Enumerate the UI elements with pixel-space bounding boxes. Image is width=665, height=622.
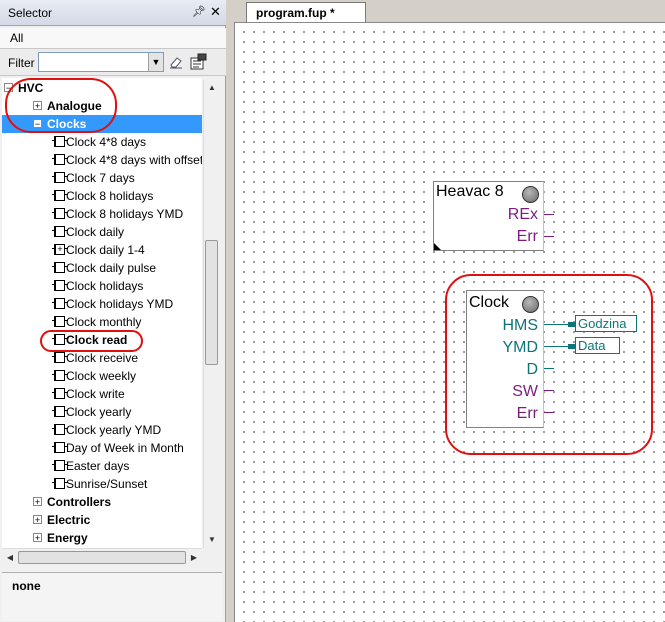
- tree-item-block[interactable]: Clock daily pulse: [2, 259, 202, 277]
- selector-panel: Selector 📌︎ ✕ All Filter ▼ − HVC + Analo…: [0, 0, 226, 622]
- tree-node-label: Electric: [47, 513, 91, 527]
- tree-item-block[interactable]: Clock holidays YMD: [2, 295, 202, 313]
- properties-icon[interactable]: [189, 53, 207, 71]
- close-icon[interactable]: ✕: [210, 4, 221, 20]
- tree-item-block[interactable]: Clock 4*8 days with offset: [2, 151, 202, 169]
- scroll-up-icon[interactable]: ▲: [204, 80, 220, 96]
- tree-item-label: Clock daily pulse: [66, 261, 157, 275]
- resize-corner-icon: [434, 243, 441, 250]
- tree-item-label: Clock 4*8 days with offset: [66, 153, 202, 167]
- info-text: none: [12, 579, 41, 593]
- selector-title: Selector: [8, 6, 53, 20]
- scroll-down-icon[interactable]: ▼: [204, 532, 220, 548]
- highlight-oval-clock-read: [40, 330, 143, 352]
- tree-item-label: Clock monthly: [66, 315, 142, 329]
- tree-item-block[interactable]: Clock yearly YMD: [2, 421, 202, 439]
- tab-all-label: All: [10, 31, 24, 45]
- fupla-canvas[interactable]: Heavac 8 REx Err Clock HMS YMD D SW Err …: [234, 22, 665, 622]
- tree-item-label: Clock write: [66, 387, 125, 401]
- scroll-thumb[interactable]: [18, 551, 186, 564]
- tree-item-block[interactable]: Day of Week in Month: [2, 439, 202, 457]
- tree-node-controllers[interactable]: + Controllers: [2, 493, 202, 511]
- wire-rex: [544, 214, 554, 215]
- tree-item-block[interactable]: Clock weekly: [2, 367, 202, 385]
- expand-icon[interactable]: +: [33, 533, 42, 543]
- tree-item-label: Clock 4*8 days: [66, 135, 147, 149]
- tree-item-label: Clock 8 holidays YMD: [66, 207, 184, 221]
- editor-area: program.fup * Heavac 8 REx Err Clock HMS…: [228, 0, 665, 622]
- tree-item-label: Clock yearly: [66, 405, 132, 419]
- tree-item-block[interactable]: Clock 4*8 days: [2, 133, 202, 151]
- tree-item-label: Clock yearly YMD: [66, 423, 162, 437]
- tree-item-block[interactable]: Clock daily: [2, 223, 202, 241]
- tab-all[interactable]: All: [0, 28, 226, 49]
- eraser-icon[interactable]: [168, 54, 184, 70]
- tree-node-label: Energy: [47, 531, 88, 545]
- tree-item-block[interactable]: Clock 7 days: [2, 169, 202, 187]
- tree-node-electric[interactable]: + Electric: [2, 511, 202, 529]
- tree-item-block[interactable]: Sunrise/Sunset: [2, 475, 202, 493]
- wire-err: [544, 236, 554, 237]
- tree-item-block[interactable]: Clock write: [2, 385, 202, 403]
- tree-item-label: Sunrise/Sunset: [66, 477, 148, 491]
- tab-label: program.fup *: [256, 6, 335, 20]
- tree-item-label: Clock daily 1-4: [66, 243, 145, 257]
- tree-vertical-scrollbar[interactable]: ▲ ▼: [203, 80, 220, 548]
- filter-label: Filter: [8, 56, 35, 70]
- filter-row: Filter ▼: [0, 49, 226, 76]
- tree-item-block[interactable]: Clock yearly: [2, 403, 202, 421]
- tree-node-label: Controllers: [47, 495, 112, 509]
- pin-icon[interactable]: 📌︎: [192, 5, 206, 18]
- tree-item-label: Clock 8 holidays: [66, 189, 154, 203]
- expand-icon[interactable]: +: [33, 515, 42, 525]
- tree-horizontal-scrollbar[interactable]: ◀ ▶: [2, 548, 202, 566]
- tree-item-label: Clock daily: [66, 225, 125, 239]
- highlight-oval-analogue-clocks: [5, 78, 117, 133]
- fbox-heavac[interactable]: Heavac 8 REx Err: [433, 181, 544, 251]
- fbox-title: Heavac 8: [436, 183, 504, 200]
- filter-combobox[interactable]: ▼: [38, 52, 164, 72]
- pin-rex[interactable]: REx: [508, 206, 538, 224]
- pin-err[interactable]: Err: [517, 228, 538, 246]
- tree-item-label: Day of Week in Month: [66, 441, 184, 455]
- tree-item-label: Clock holidays: [66, 279, 144, 293]
- tree-item-label: Clock weekly: [66, 369, 137, 383]
- tree-item-block[interactable]: Clock 8 holidays YMD: [2, 205, 202, 223]
- tree-item-block[interactable]: Clock holidays: [2, 277, 202, 295]
- tree-item-block[interactable]: Clock monthly: [2, 313, 202, 331]
- info-pane: none: [2, 572, 222, 621]
- tree-item-block[interactable]: + Clock daily 1-4: [2, 241, 202, 259]
- tree-node-energy[interactable]: + Energy: [2, 529, 202, 547]
- status-lamp-icon: [522, 186, 539, 203]
- scroll-left-icon[interactable]: ◀: [2, 549, 18, 566]
- highlight-oval-clock-block: [445, 274, 653, 455]
- chevron-down-icon[interactable]: ▼: [148, 53, 163, 71]
- scroll-thumb[interactable]: [205, 240, 218, 365]
- tree-item-block[interactable]: Easter days: [2, 457, 202, 475]
- tree-item-label: Easter days: [66, 459, 130, 473]
- tree-item-label: Clock holidays YMD: [66, 297, 174, 311]
- selector-title-bar: Selector 📌︎ ✕: [0, 0, 226, 26]
- tab-program-fup[interactable]: program.fup *: [246, 2, 366, 22]
- expand-icon[interactable]: +: [33, 497, 42, 507]
- scroll-right-icon[interactable]: ▶: [186, 549, 202, 566]
- selector-tree: − HVC + Analogue − Clocks Clock 4*8 days…: [2, 78, 202, 548]
- tree-item-label: Clock 7 days: [66, 171, 135, 185]
- tree-item-block[interactable]: Clock 8 holidays: [2, 187, 202, 205]
